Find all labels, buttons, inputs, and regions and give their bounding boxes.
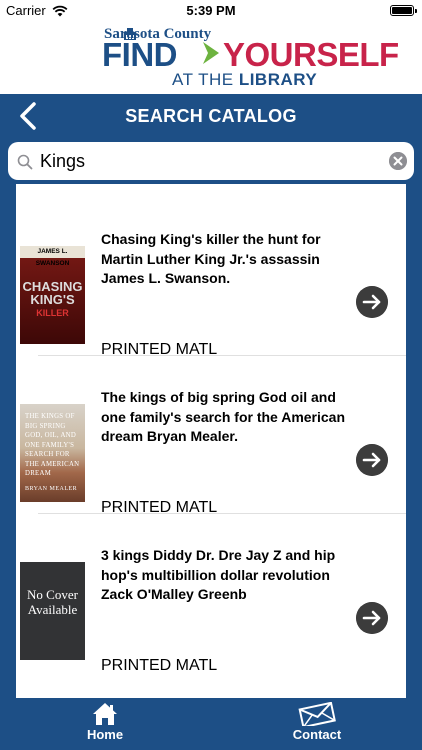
content-area: JAMES L. SWANSON CHASING KING'S KILLER C…	[0, 184, 422, 698]
battery-icon	[390, 5, 417, 16]
result-title[interactable]: The kings of big spring God oil and one …	[101, 388, 363, 447]
logo-find-text: FIND	[102, 36, 178, 73]
logo-library-text: LIBRARY	[238, 70, 318, 89]
book-cover: THE KINGS OF BIG SPRING GOD, OIL, AND ON…	[20, 404, 85, 502]
book-cover: JAMES L. SWANSON CHASING KING'S KILLER	[20, 246, 85, 344]
arrow-right-icon[interactable]	[356, 602, 388, 634]
tab-contact-label: Contact	[292, 727, 342, 742]
result-title[interactable]: Chasing King's killer the hunt for Marti…	[101, 230, 363, 289]
library-logo: Sarasota County FIND YOURSELF AT THE LIB…	[0, 22, 422, 94]
tab-contact[interactable]: Contact	[272, 702, 362, 742]
nav-bar: SEARCH CATALOG	[0, 94, 422, 138]
tab-home-label: Home	[86, 727, 124, 742]
page-title: SEARCH CATALOG	[125, 106, 297, 126]
result-item[interactable]: THE KINGS OF BIG SPRING GOD, OIL, AND ON…	[16, 356, 406, 516]
result-item[interactable]: No Cover Available 3 kings Diddy Dr. Dre…	[16, 514, 406, 674]
home-icon	[93, 703, 117, 725]
status-time: 5:39 PM	[186, 3, 236, 18]
search-input[interactable]	[40, 144, 380, 178]
clear-search-icon[interactable]	[389, 152, 407, 170]
logo-at-the-text: AT THE	[172, 70, 234, 89]
logo-at-the-library: AT THE LIBRARY	[172, 70, 317, 90]
arrow-right-icon[interactable]	[356, 286, 388, 318]
cover-subtitle: KILLER	[36, 308, 69, 318]
book-cover: No Cover Available	[20, 562, 85, 660]
logo-arrow-icon	[203, 42, 219, 64]
cover-title-line-2: KING'S	[30, 292, 75, 307]
cover-title: CHASING KING'S	[20, 280, 85, 306]
logo-yourself-text: YOURSELF	[223, 36, 399, 73]
result-title[interactable]: 3 kings Diddy Dr. Dre Jay Z and hip hop'…	[101, 546, 363, 605]
search-bar	[0, 138, 422, 184]
cover-text: THE KINGS OF BIG SPRING GOD, OIL, AND ON…	[25, 413, 80, 477]
result-format: PRINTED MATL	[101, 657, 218, 674]
tab-bar: Home Contact	[0, 698, 422, 750]
search-box[interactable]	[8, 142, 414, 180]
no-cover-text: No Cover Available	[27, 587, 78, 617]
results-list: JAMES L. SWANSON CHASING KING'S KILLER C…	[16, 184, 406, 698]
cover-author: JAMES L. SWANSON	[20, 246, 85, 267]
tab-home[interactable]: Home	[60, 702, 150, 742]
arrow-right-icon[interactable]	[356, 444, 388, 476]
cover-author: BRYAN MEALER	[25, 486, 78, 492]
result-item[interactable]: JAMES L. SWANSON CHASING KING'S KILLER C…	[16, 198, 406, 358]
mail-icon	[298, 702, 336, 726]
search-icon	[17, 154, 33, 170]
status-bar: Carrier 5:39 PM	[0, 0, 422, 22]
